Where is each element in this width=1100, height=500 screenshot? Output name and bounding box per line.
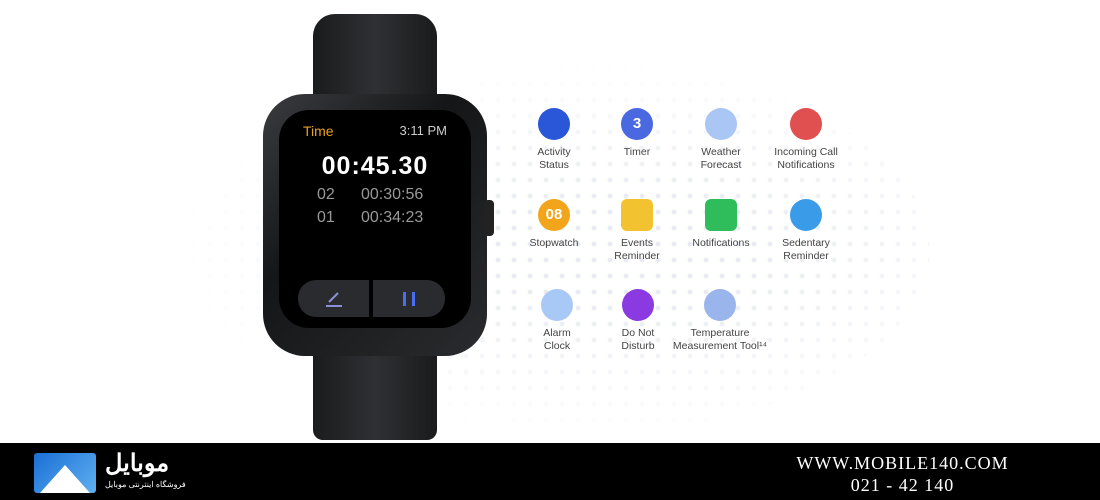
brand-tagline: فروشگاه اینترنتی موبایل — [105, 480, 186, 489]
lap-time: 00:30:56 — [361, 186, 424, 203]
message-icon — [705, 199, 737, 231]
timer-icon: 3 — [621, 108, 653, 140]
website-link[interactable]: WWW.MOBILE140.COM — [780, 452, 1025, 474]
activity-icon — [538, 108, 570, 140]
clock: 3:11 PM — [399, 123, 447, 138]
feature-item: Sedentary Reminder — [751, 199, 861, 262]
lap-number: 01 — [317, 209, 335, 226]
watch-crown — [484, 200, 494, 236]
feature-label: Incoming Call Notifications — [774, 146, 838, 171]
alarm-clock-icon — [541, 289, 573, 321]
edit-icon — [325, 291, 342, 307]
feature-label: Temperature Measurement Tool¹⁴ — [672, 327, 768, 352]
lap-number: 02 — [317, 186, 335, 203]
lap-time: 00:34:23 — [361, 209, 424, 226]
watch-strap-top — [313, 14, 437, 104]
stopwatch-icon: 08 — [538, 199, 570, 231]
pause-icon — [403, 291, 415, 306]
phone-number: 021 - 42 140 — [850, 475, 955, 495]
logo — [34, 453, 96, 493]
bell-icon — [790, 108, 822, 140]
footer: موبایل فروشگاه اینترنتی موبایل WWW.MOBIL… — [0, 443, 1100, 500]
brand-name: موبایل — [105, 450, 170, 477]
moon-icon — [622, 289, 654, 321]
feature-label: Sedentary Reminder — [782, 237, 830, 262]
calendar-check-icon — [621, 199, 653, 231]
cloud-icon — [705, 108, 737, 140]
feature-item: Temperature Measurement Tool¹⁴ — [665, 289, 775, 352]
edit-button[interactable] — [298, 280, 369, 317]
feature-item: Incoming Call Notifications — [751, 108, 861, 171]
watch-strap-bottom — [313, 345, 437, 440]
watch-screen: Time 3:11 PM 00:45.30 02 00:30:56 01 00:… — [279, 110, 471, 328]
stopwatch-readout: 00:45.30 — [321, 152, 429, 180]
pause-button[interactable] — [373, 280, 445, 317]
app-title: Time — [303, 123, 334, 139]
stretch-icon — [790, 199, 822, 231]
thermometer-icon — [704, 289, 736, 321]
